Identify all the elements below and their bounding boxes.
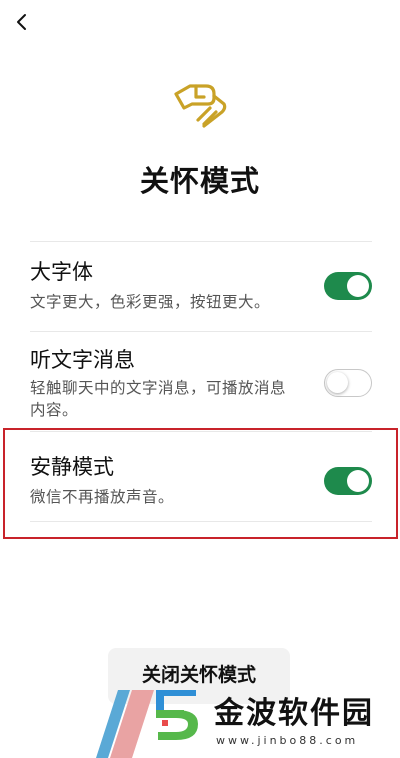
watermark-logo-stripe bbox=[96, 690, 154, 758]
chevron-left-icon bbox=[17, 14, 26, 30]
watermark-url: www.jinbo88.com bbox=[216, 734, 359, 747]
setting-description: 文字更大，色彩更强，按钮更大。 bbox=[30, 293, 271, 311]
divider bbox=[30, 331, 372, 332]
setting-description: 轻触聊天中的文字消息，可播放消息内容。 bbox=[30, 379, 287, 419]
setting-listen-text-messages: 听文字消息 轻触聊天中的文字消息，可播放消息内容。 bbox=[30, 344, 372, 424]
page-title: 关怀模式 bbox=[139, 164, 260, 198]
watermark-brand: 金波软件园 bbox=[214, 696, 374, 731]
watermark: 金波软件园 www.jinbo88.com bbox=[96, 680, 386, 758]
setting-large-font: 大字体 文字更大，色彩更强，按钮更大。 bbox=[30, 256, 372, 328]
listen-text-toggle[interactable] bbox=[324, 369, 372, 397]
back-button[interactable] bbox=[8, 8, 36, 36]
divider bbox=[30, 241, 372, 242]
care-mode-page: 关怀模式 大字体 文字更大，色彩更强，按钮更大。 听文字消息 轻触聊天中的文字消… bbox=[0, 0, 400, 758]
watermark-logo-icon bbox=[156, 690, 198, 740]
toggle-knob bbox=[347, 275, 369, 297]
toggle-knob bbox=[327, 372, 348, 393]
highlight-box bbox=[3, 428, 398, 539]
setting-title: 听文字消息 bbox=[30, 348, 135, 372]
care-mode-hand-icon bbox=[174, 84, 227, 128]
setting-title: 大字体 bbox=[30, 260, 93, 284]
large-font-toggle[interactable] bbox=[324, 272, 372, 300]
